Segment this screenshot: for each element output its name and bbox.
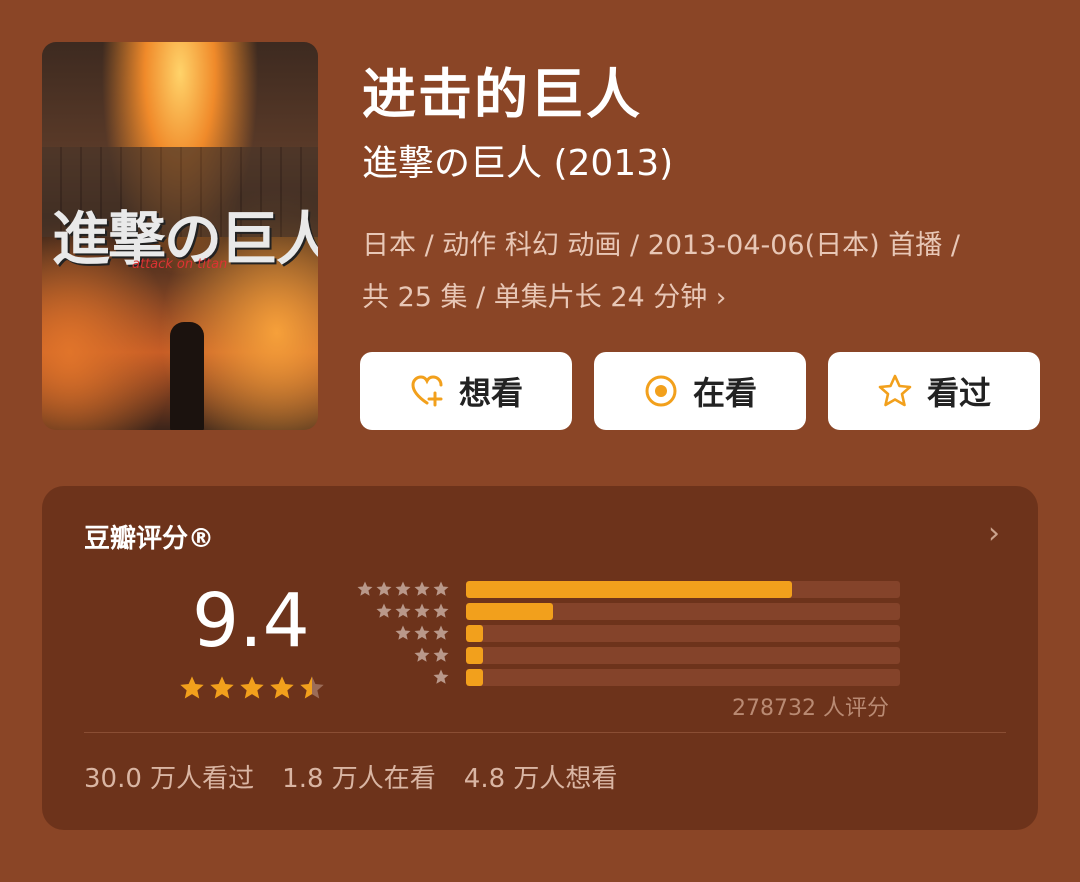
star-filled-icon bbox=[210, 676, 234, 699]
meta-line-2: 共 25 集 / 单集片长 24 分钟 › bbox=[362, 272, 1052, 324]
want-label: 想看 bbox=[458, 374, 523, 412]
star-icon bbox=[357, 581, 373, 596]
star-icon bbox=[433, 647, 449, 662]
star-icon bbox=[395, 581, 411, 596]
poster-figure bbox=[170, 322, 204, 430]
rating-row-stars bbox=[354, 646, 450, 664]
star-filled-icon bbox=[240, 676, 264, 699]
rating-bar-track bbox=[466, 602, 900, 620]
rating-row-4 bbox=[354, 600, 900, 622]
watching-label: 在看 bbox=[692, 374, 757, 412]
star-icon bbox=[414, 603, 430, 618]
star-icon bbox=[376, 603, 392, 618]
meta-line-2-text: 共 25 集 / 单集片长 24 分钟 bbox=[362, 282, 708, 313]
target-icon bbox=[645, 375, 677, 407]
want-count[interactable]: 4.8 万人想看 bbox=[464, 758, 618, 795]
rating-row-stars bbox=[354, 580, 450, 598]
star-half-icon bbox=[300, 676, 324, 699]
want-button[interactable]: 想看 bbox=[360, 352, 572, 430]
rating-row-2 bbox=[354, 644, 900, 666]
rating-bar-fill bbox=[466, 646, 484, 664]
rating-score: 9.4 bbox=[192, 578, 310, 664]
star-icon bbox=[414, 581, 430, 596]
rating-row-stars bbox=[354, 668, 450, 686]
rating-bar-fill bbox=[466, 668, 484, 686]
rating-panel[interactable]: 豆瓣评分® › 9.4 278732 人评分 30.0 万人看过 1.8 万人在… bbox=[42, 486, 1038, 830]
page-title: 进击的巨人 bbox=[362, 63, 642, 126]
heart-plus-icon bbox=[411, 375, 443, 407]
chevron-right-icon: › bbox=[715, 283, 727, 313]
star-icon bbox=[414, 647, 430, 662]
chevron-right-icon[interactable]: › bbox=[988, 516, 1000, 551]
star-icon bbox=[414, 625, 430, 640]
star-filled-icon bbox=[270, 676, 294, 699]
star-icon bbox=[433, 625, 449, 640]
rating-distribution bbox=[354, 578, 900, 688]
rating-bar-fill bbox=[466, 602, 553, 620]
rating-bar-fill bbox=[466, 580, 792, 598]
rating-bar-track bbox=[466, 580, 900, 598]
ratings-count: 278732 人评分 bbox=[732, 696, 889, 721]
action-buttons: 想看 在看 看过 bbox=[360, 352, 1040, 430]
watched-count[interactable]: 30.0 万人看过 bbox=[84, 758, 254, 795]
rating-row-stars bbox=[354, 624, 450, 642]
star-icon bbox=[433, 669, 449, 684]
rating-bar-track bbox=[466, 668, 900, 686]
star-filled-icon bbox=[180, 676, 204, 699]
audience-stats: 30.0 万人看过 1.8 万人在看 4.8 万人想看 bbox=[84, 758, 617, 795]
meta-line-1: 日本 / 动作 科幻 动画 / 2013-04-06(日本) 首播 / bbox=[362, 230, 960, 261]
poster-image[interactable]: 進撃の巨人 attack on titan bbox=[42, 42, 318, 430]
watched-button[interactable]: 看过 bbox=[828, 352, 1040, 430]
divider bbox=[84, 732, 1006, 733]
rating-row-5 bbox=[354, 578, 900, 600]
rating-row-3 bbox=[354, 622, 900, 644]
rating-row-stars bbox=[354, 602, 450, 620]
star-icon bbox=[395, 603, 411, 618]
star-icon bbox=[433, 581, 449, 596]
star-outline-icon bbox=[878, 374, 912, 407]
watching-button[interactable]: 在看 bbox=[594, 352, 806, 430]
rating-row-1 bbox=[354, 666, 900, 688]
original-title: 進撃の巨人 (2013) bbox=[362, 143, 674, 184]
rating-bar-track bbox=[466, 646, 900, 664]
star-icon bbox=[395, 625, 411, 640]
rating-stars bbox=[178, 674, 326, 702]
rating-panel-title: 豆瓣评分® bbox=[84, 524, 215, 554]
watching-count[interactable]: 1.8 万人在看 bbox=[282, 758, 436, 795]
star-icon bbox=[376, 581, 392, 596]
movie-meta[interactable]: 日本 / 动作 科幻 动画 / 2013-04-06(日本) 首播 / 共 25… bbox=[362, 220, 1052, 324]
rating-bar-fill bbox=[466, 624, 484, 642]
star-icon bbox=[433, 603, 449, 618]
poster-logo-subtitle: attack on titan bbox=[132, 257, 228, 272]
watched-label: 看过 bbox=[926, 374, 991, 412]
rating-bar-track bbox=[466, 624, 900, 642]
